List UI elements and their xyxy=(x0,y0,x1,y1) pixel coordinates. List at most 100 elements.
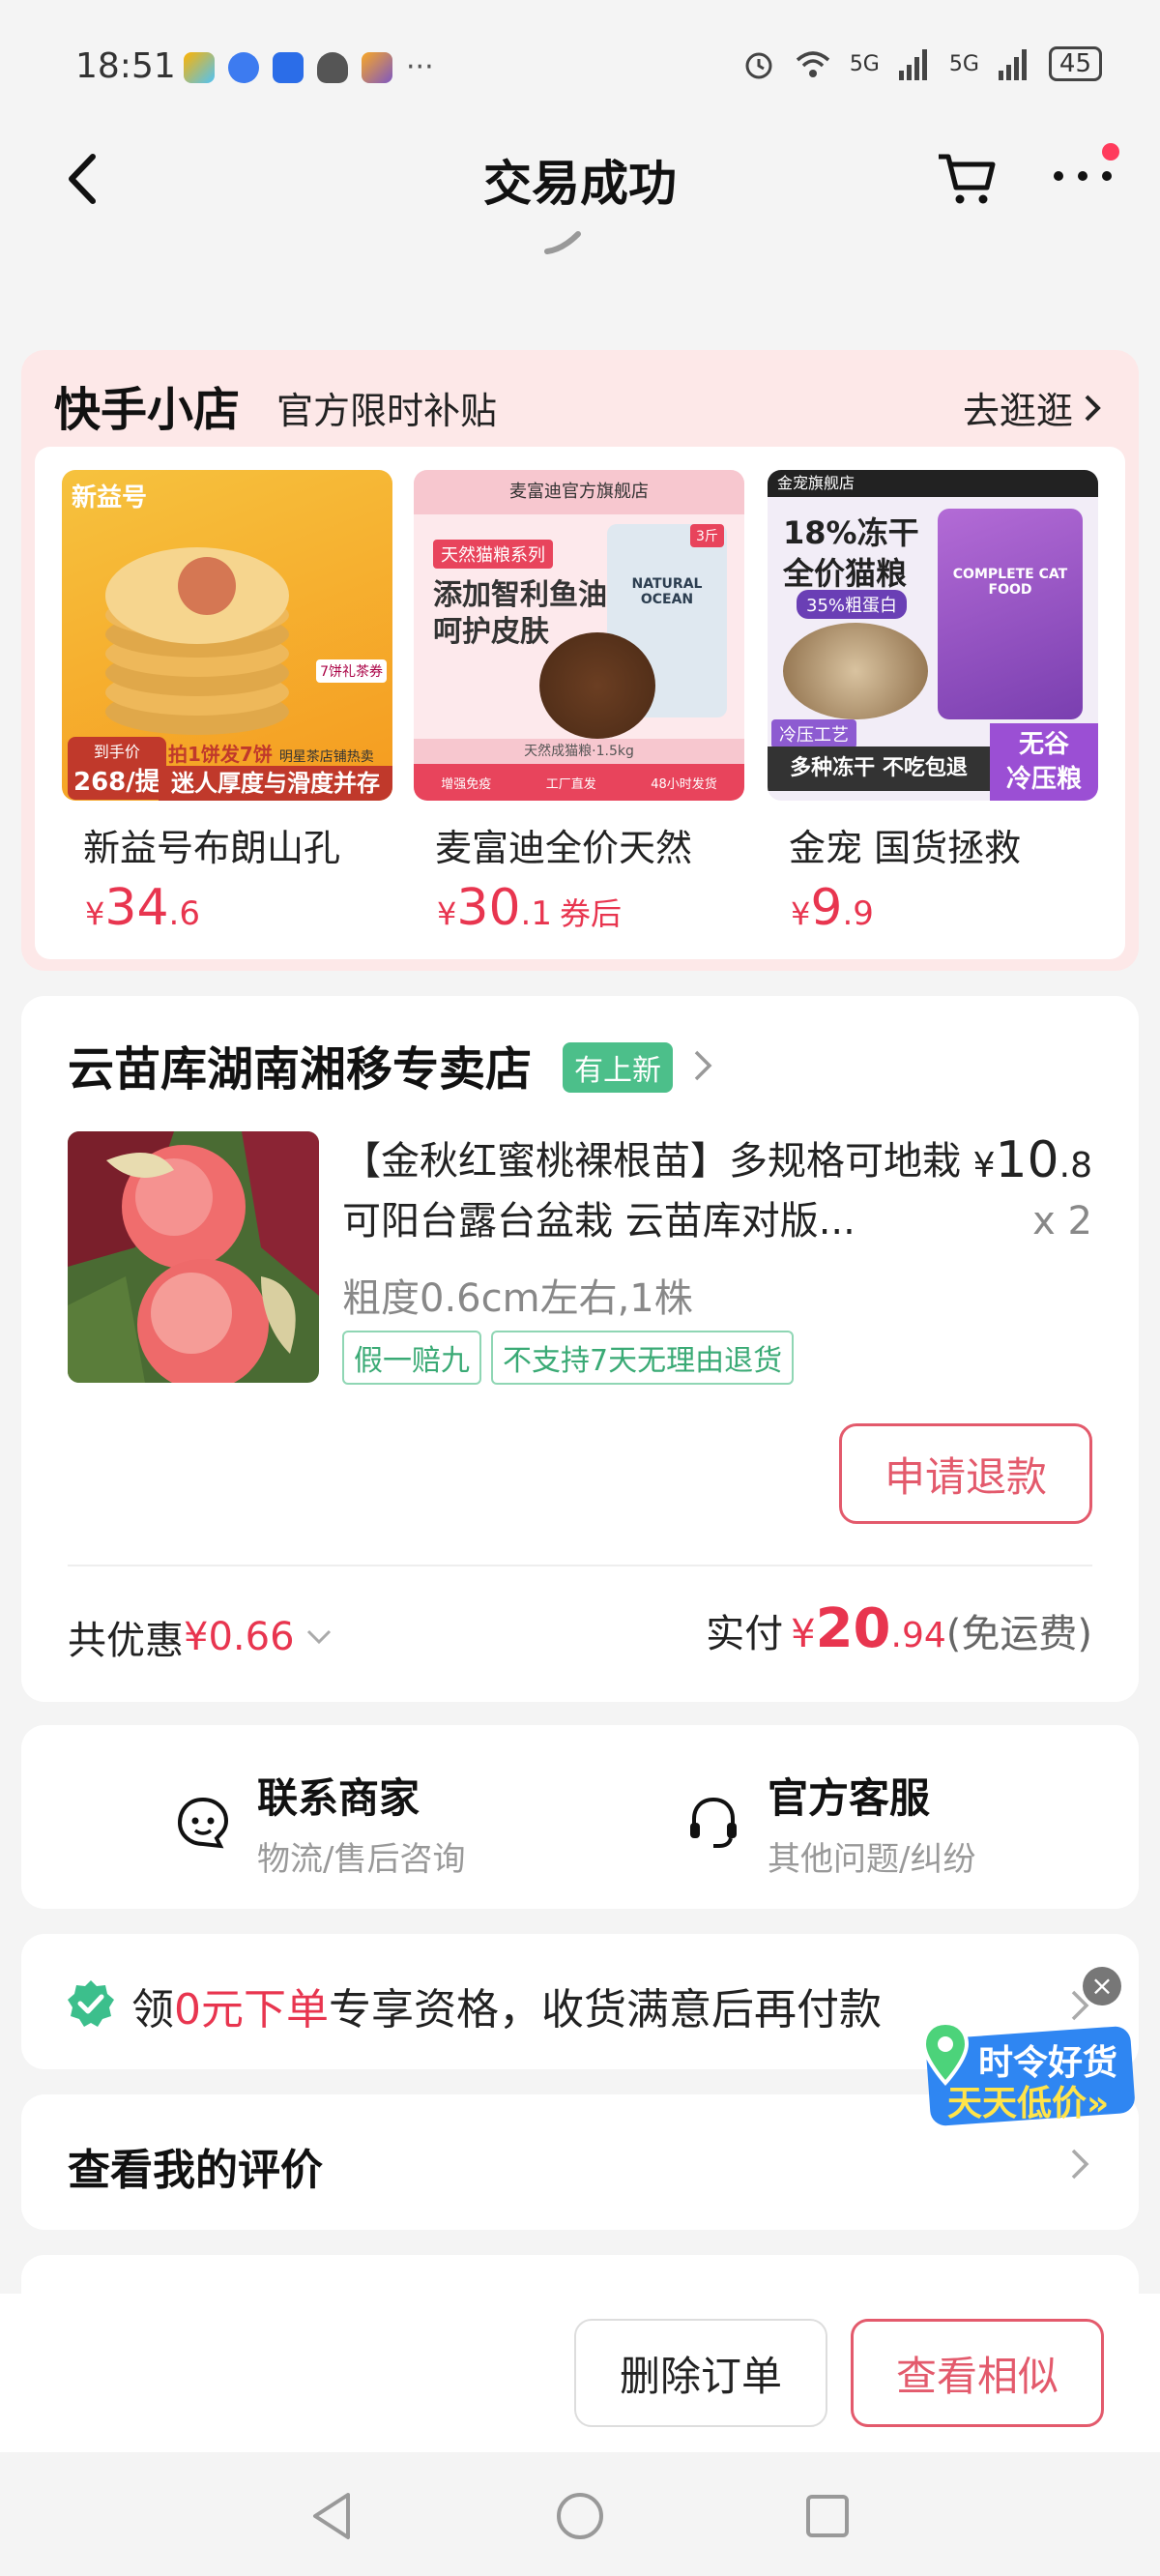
app-notification-icon xyxy=(228,51,259,83)
discount-value: ¥0.66 xyxy=(184,1615,295,1659)
jinchong-kibble xyxy=(783,623,928,719)
signal-label-2: 5G xyxy=(948,51,979,76)
promo-browse-label: 去逛逛 xyxy=(962,390,1073,432)
promo-product[interactable]: 麦富迪官方旗舰店 天然猫粮系列 添加智利鱼油 呵护皮肤 NATURAL OCEA… xyxy=(414,470,744,937)
float-close-button[interactable]: × xyxy=(1083,1967,1121,2005)
zero-order-text: 领0元下单专享资格，收货满意后再付款 xyxy=(131,1975,882,2036)
chevron-down-icon xyxy=(306,1629,331,1645)
tea-price-badge: 到手价 268/提 xyxy=(68,737,166,800)
product-name: 新益号布朗山孔 xyxy=(83,827,341,869)
app-notification-icon xyxy=(184,51,215,83)
home-circle-icon[interactable] xyxy=(553,2489,607,2543)
product-price: ¥9.9 xyxy=(768,879,1098,937)
paid-integer: 20 xyxy=(815,1597,891,1660)
coupon-label: 券后 xyxy=(559,895,622,932)
headset-icon xyxy=(690,1797,737,1848)
shop-new-badge: 有上新 xyxy=(563,1042,673,1093)
tea-side-tag: 7饼礼茶券 xyxy=(316,659,387,683)
chevron-right-icon xyxy=(1085,395,1101,421)
refund-button[interactable]: 申请退款 xyxy=(839,1423,1092,1524)
status-bar: 18:51 ··· 5G 5G 45 xyxy=(0,0,1160,135)
catfood-foot: 增强免疫 工厂直发 48小时发货 xyxy=(414,764,744,801)
price-decimal: .9 xyxy=(842,894,874,933)
item-tag: 假一赔九 xyxy=(342,1331,481,1385)
paid-label: 实付 xyxy=(706,1612,784,1656)
catfood-line2: 呵护皮肤 xyxy=(433,615,549,649)
contact-service-title: 官方客服 xyxy=(768,1774,931,1822)
price-symbol: ¥ xyxy=(85,895,105,932)
paid-summary: 实付 ¥ 20 .94 (免运费) xyxy=(706,1597,1092,1660)
catfood-weight: 天然成猫粮·1.5kg xyxy=(414,739,744,764)
zero-order-pre: 领 xyxy=(131,1985,174,2034)
jinchong-line1: 18%冻干 xyxy=(783,514,919,551)
tea-banner: 迷人厚度与滑度并存 xyxy=(159,766,392,801)
tea-promo-line1: 拍1饼发7饼 xyxy=(168,743,273,766)
discount-summary[interactable]: 共优惠 ¥0.66 xyxy=(68,1609,335,1665)
tea-brand-mark: 新益号 xyxy=(72,483,148,512)
product-name: 金宠 国货拯救 xyxy=(789,827,1022,869)
app-notification-icon xyxy=(273,51,304,83)
signal-icon xyxy=(898,49,927,80)
catfood-series: 天然猫粮系列 xyxy=(433,540,553,569)
jinchong-bag xyxy=(938,509,1083,719)
signal-icon-2 xyxy=(998,49,1027,80)
contact-merchant[interactable]: 联系商家 物流/售后咨询 xyxy=(172,1766,465,1880)
chevron-right-icon[interactable] xyxy=(692,1046,715,1085)
alarm-icon xyxy=(745,52,772,79)
delete-order-button[interactable]: 删除订单 xyxy=(574,2319,827,2427)
paid-note: (免运费) xyxy=(945,1612,1092,1656)
tea-promo-line: 拍1饼发7饼 明星茶店铺热卖 xyxy=(168,739,374,767)
item-image-peach[interactable] xyxy=(68,1131,319,1383)
contact-service-text: 官方客服 其他问题/纠纷 xyxy=(768,1766,975,1880)
price-decimal: .1 xyxy=(520,894,552,933)
catfood-foot-item: 48小时发货 xyxy=(651,776,717,792)
verified-check-icon xyxy=(68,1980,114,2027)
contact-merchant-subtitle: 物流/售后咨询 xyxy=(257,1840,466,1879)
catfood-weight-tag: 3斤 xyxy=(690,524,724,547)
item-spec: 粗度0.6cm左右,1株 xyxy=(342,1276,693,1321)
product-price: ¥34.6 xyxy=(62,879,392,937)
price-integer: 10 xyxy=(995,1131,1059,1189)
price-symbol: ¥ xyxy=(972,1146,996,1186)
price-decimal: .6 xyxy=(168,894,200,933)
back-triangle-icon[interactable] xyxy=(307,2489,356,2543)
item-quantity: x 2 xyxy=(1032,1199,1092,1244)
contact-service[interactable]: 官方客服 其他问题/纠纷 xyxy=(682,1766,975,1880)
item-tag: 不支持7天无理由退货 xyxy=(491,1331,795,1385)
pull-refresh-indicator xyxy=(544,231,581,254)
zero-order-post: 专享资格，收货满意后再付款 xyxy=(329,1985,882,2034)
tea-price-badge-value: 268/提 xyxy=(73,768,160,797)
jinchong-line3: 多种冻干 不吃包退 xyxy=(768,746,990,791)
item-tags: 假一赔九 不支持7天无理由退货 xyxy=(342,1331,795,1385)
view-similar-button[interactable]: 查看相似 xyxy=(851,2319,1104,2427)
merchant-chat-icon xyxy=(177,1797,229,1849)
price-symbol: ¥ xyxy=(791,895,811,932)
status-time: 18:51 xyxy=(75,46,176,86)
wifi-icon xyxy=(796,51,829,77)
item-price: ¥10.8 xyxy=(973,1131,1092,1189)
jinchong-corner-line2: 冷压粮 xyxy=(1005,765,1082,794)
product-image-tea: 新益号 7饼礼茶券 到手价 268/提 拍1饼发7饼 明星茶店铺热卖 迷人厚度与… xyxy=(62,470,392,801)
qq-icon xyxy=(317,51,348,83)
shop-name[interactable]: 云苗库湖南湘移专卖店 xyxy=(68,1031,532,1098)
product-price: ¥30.1 券后 xyxy=(414,879,744,937)
paid-symbol: ¥ xyxy=(791,1612,816,1656)
zero-order-highlight: 0元下单 xyxy=(174,1985,329,2034)
promo-product[interactable]: 新益号 7饼礼茶券 到手价 268/提 拍1饼发7饼 明星茶店铺热卖 迷人厚度与… xyxy=(62,470,392,937)
battery-indicator: 45 xyxy=(1048,46,1102,81)
promo-subtitle: 官方限时补贴 xyxy=(276,390,498,432)
item-title[interactable]: 【金秋红蜜桃裸根苗】多规格可地栽可阳台露台盆栽 云苗库对版... xyxy=(342,1131,961,1251)
more-icon[interactable] xyxy=(1049,155,1116,193)
contact-merchant-text: 联系商家 物流/售后咨询 xyxy=(257,1766,465,1880)
system-nav-bar xyxy=(0,2452,1160,2576)
cart-icon[interactable] xyxy=(933,143,1000,211)
promo-browse-link[interactable]: 去逛逛 xyxy=(963,381,1102,434)
recent-apps-icon[interactable] xyxy=(802,2491,853,2541)
promo-product[interactable]: 金宠旗舰店 18%冻干 全价猫粮 35%粗蛋白 COMPLETE CAT FOO… xyxy=(768,470,1098,937)
tea-promo-line1b: 明星茶店铺热卖 xyxy=(278,749,374,765)
jinchong-store: 金宠旗舰店 xyxy=(768,470,1098,497)
float-badge-line2: 天天低价» xyxy=(947,2084,1110,2123)
jinchong-protein: 35%粗蛋白 xyxy=(797,590,908,619)
discount-label: 共优惠 xyxy=(68,1619,184,1663)
tea-price-badge-label: 到手价 xyxy=(93,743,140,761)
